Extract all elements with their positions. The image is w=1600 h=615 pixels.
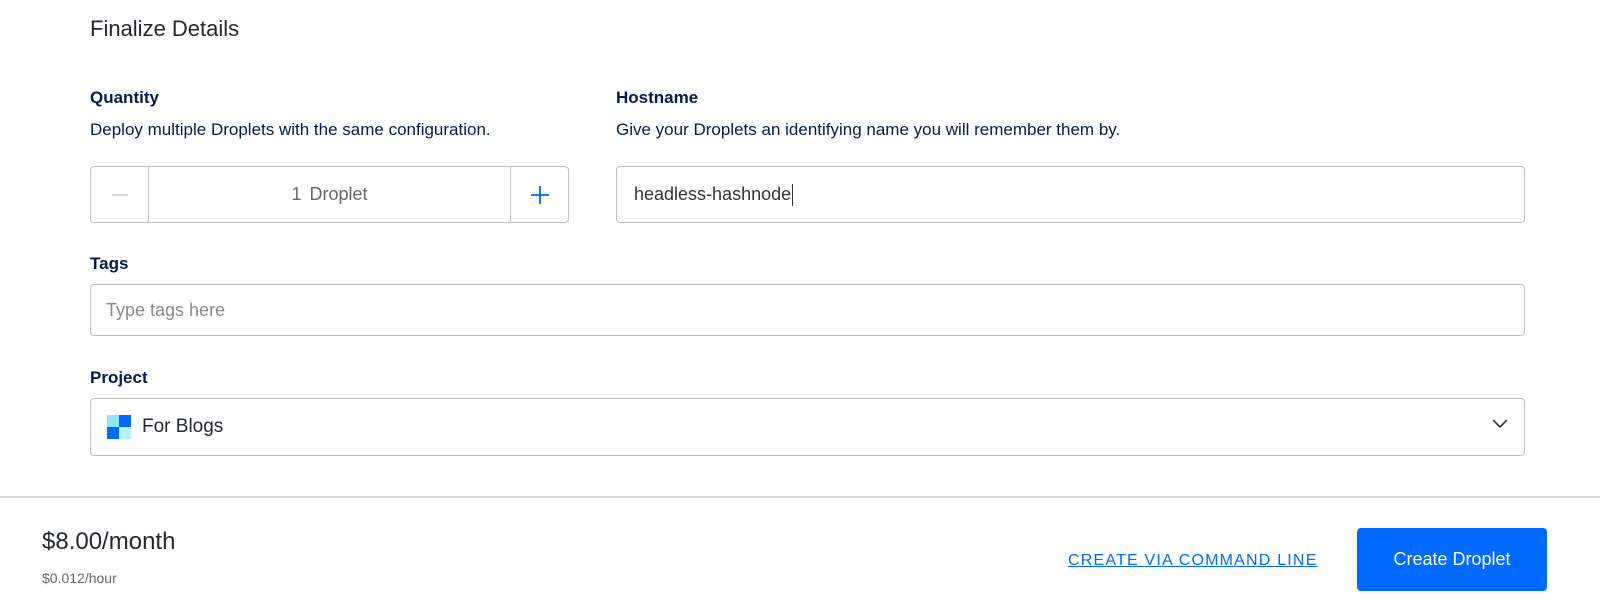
plus-icon (530, 185, 549, 204)
quantity-stepper: 1 Droplet (90, 166, 569, 223)
footer-bar: $8.00/month $0.012/hour CREATE VIA COMMA… (0, 496, 1600, 615)
project-selected-value: For Blogs (142, 416, 224, 437)
create-droplet-button[interactable]: Create Droplet (1357, 528, 1547, 591)
create-via-command-line-link[interactable]: CREATE VIA COMMAND LINE (1068, 552, 1318, 570)
decrement-button[interactable] (91, 167, 149, 222)
finalize-details-page: Finalize Details Quantity Deploy multipl… (0, 0, 1600, 615)
project-label: Project (90, 368, 148, 387)
tags-placeholder: Type tags here (106, 299, 226, 320)
quantity-unit: Droplet (309, 184, 368, 204)
project-select[interactable]: For Blogs (90, 398, 1525, 456)
quantity-value: 1 (291, 184, 302, 204)
minus-icon (111, 193, 128, 196)
quantity-description: Deploy multiple Droplets with the same c… (90, 120, 491, 139)
monthly-price: $8.00/month (42, 528, 176, 555)
tags-input[interactable]: Type tags here (90, 284, 1525, 336)
text-caret (792, 183, 794, 206)
hostname-value: headless-hashnode (634, 184, 792, 204)
quantity-label: Quantity (90, 88, 159, 107)
hostname-description: Give your Droplets an identifying name y… (616, 120, 1121, 139)
project-icon (107, 415, 131, 439)
quantity-display[interactable]: 1 Droplet (149, 167, 510, 222)
increment-button[interactable] (510, 167, 568, 222)
tags-label: Tags (90, 254, 129, 273)
hostname-label: Hostname (616, 88, 699, 107)
hostname-input[interactable]: headless-hashnode (616, 166, 1525, 223)
section-title: Finalize Details (90, 16, 240, 41)
chevron-down-icon (1492, 419, 1508, 429)
hourly-price: $0.012/hour (42, 570, 117, 586)
